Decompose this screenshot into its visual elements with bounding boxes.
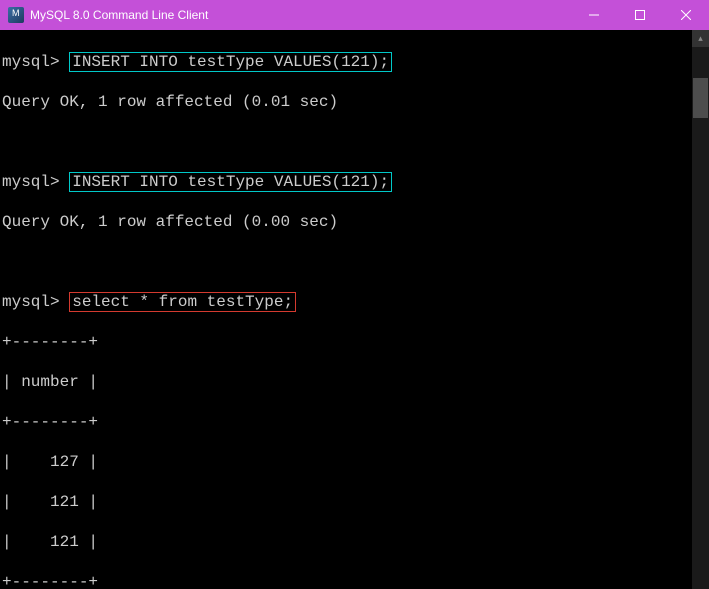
table-row: | 121 | bbox=[2, 532, 689, 552]
window-title: MySQL 8.0 Command Line Client bbox=[30, 8, 571, 22]
maximize-icon bbox=[635, 10, 645, 20]
table-border: +--------+ bbox=[2, 412, 689, 432]
table-border: +--------+ bbox=[2, 332, 689, 352]
result-line: Query OK, 1 row affected (0.00 sec) bbox=[2, 212, 689, 232]
sql-command: select * from testType; bbox=[69, 292, 296, 312]
table-border: +--------+ bbox=[2, 572, 689, 589]
minimize-icon bbox=[589, 10, 599, 20]
prompt: mysql> bbox=[2, 173, 60, 191]
prompt: mysql> bbox=[2, 53, 60, 71]
table-row: | 127 | bbox=[2, 452, 689, 472]
maximize-button[interactable] bbox=[617, 0, 663, 30]
window-controls bbox=[571, 0, 709, 30]
app-window: MySQL 8.0 Command Line Client mysql> INS… bbox=[0, 0, 709, 589]
terminal[interactable]: mysql> INSERT INTO testType VALUES(121);… bbox=[2, 32, 689, 589]
close-button[interactable] bbox=[663, 0, 709, 30]
minimize-button[interactable] bbox=[571, 0, 617, 30]
table-header: | number | bbox=[2, 372, 689, 392]
result-line: Query OK, 1 row affected (0.01 sec) bbox=[2, 92, 689, 112]
client-area: mysql> INSERT INTO testType VALUES(121);… bbox=[0, 30, 709, 589]
scrollbar-thumb[interactable] bbox=[693, 78, 708, 118]
scroll-up-button[interactable]: ▴ bbox=[692, 30, 709, 47]
close-icon bbox=[681, 10, 691, 20]
sql-command: INSERT INTO testType VALUES(121); bbox=[69, 172, 392, 192]
vertical-scrollbar[interactable]: ▴ ▾ bbox=[692, 30, 709, 589]
sql-command: INSERT INTO testType VALUES(121); bbox=[69, 52, 392, 72]
prompt: mysql> bbox=[2, 293, 60, 311]
titlebar[interactable]: MySQL 8.0 Command Line Client bbox=[0, 0, 709, 30]
app-icon bbox=[8, 7, 24, 23]
table-row: | 121 | bbox=[2, 492, 689, 512]
